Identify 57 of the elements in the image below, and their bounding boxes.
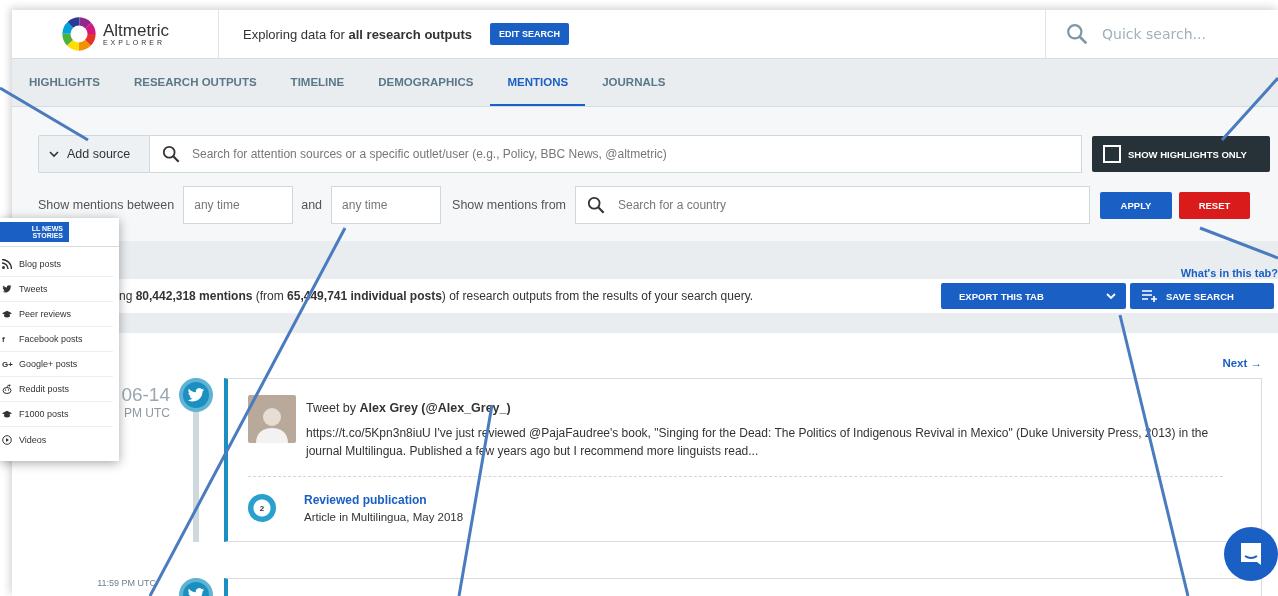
nav-tab[interactable]: JOURNALS <box>585 59 683 106</box>
rss-icon <box>2 259 12 269</box>
search-icon <box>1066 23 1088 45</box>
chevron-down-icon <box>49 150 59 158</box>
source-menu-item[interactable]: Reddit posts <box>0 377 113 402</box>
source-menu-item[interactable]: Tweets <box>0 277 113 302</box>
to-date-field[interactable]: any time <box>331 186 442 224</box>
bird-icon <box>179 378 213 412</box>
export-tab-button[interactable]: EXPORT THIS TAB <box>941 283 1126 309</box>
between-label: Show mentions between <box>38 198 175 212</box>
from-label: Show mentions from <box>452 198 566 212</box>
edit-search-button[interactable]: EDIT SEARCH <box>490 23 570 45</box>
chevron-down-icon <box>1106 292 1116 300</box>
nav-tab[interactable]: TIMELINE <box>273 59 362 106</box>
source-menu-item[interactable]: Videos <box>0 427 113 452</box>
checkbox[interactable] <box>1103 145 1121 163</box>
avatar-placeholder <box>248 395 296 443</box>
source-glyph: f <box>2 334 6 344</box>
nav-tab[interactable]: DEMOGRAPHICS <box>361 59 491 106</box>
nav-tab[interactable]: RESEARCH OUTPUTS <box>116 59 274 106</box>
save-search-button[interactable]: SAVE SEARCH <box>1130 283 1274 309</box>
mention-time: PM UTC <box>124 406 170 420</box>
publication-details: Article in Multilingua, May 2018 <box>304 511 464 523</box>
mortarboard-icon <box>2 309 12 319</box>
alien-face-icon <box>2 384 12 394</box>
apply-button[interactable]: APPLY <box>1100 191 1172 219</box>
source-menu-item[interactable]: Peer reviews <box>0 302 113 327</box>
nav-tab[interactable]: HIGHLIGHTS <box>12 59 117 106</box>
source-menu-item[interactable]: f Facebook posts <box>0 327 113 352</box>
publication-link[interactable]: Reviewed publication <box>304 493 464 507</box>
from-date-field[interactable]: any time <box>183 186 294 224</box>
scope-text: Exploring data for all research outputs <box>243 26 473 42</box>
search-icon <box>162 145 180 163</box>
mortarboard-icon <box>2 409 12 419</box>
mention-date: 06-14 <box>121 384 170 406</box>
logo-title: Altmetric <box>102 21 170 40</box>
source-menu-item[interactable]: F1000 posts <box>0 402 113 427</box>
add-source-dropdown[interactable]: Add source <box>38 135 150 173</box>
source-glyph: G+ <box>2 359 12 369</box>
attention-score-badge: 2 <box>248 494 276 522</box>
and-label: and <box>301 198 323 212</box>
mention-time: 11:59 PM UTC <box>97 578 156 588</box>
chat-bubble-icon <box>1238 541 1264 567</box>
logo-icon <box>60 16 97 52</box>
next-page-link[interactable]: Next → <box>1222 357 1262 369</box>
add-list-icon <box>1142 290 1158 302</box>
leader-line <box>1220 77 1278 141</box>
reset-button[interactable]: RESET <box>1179 191 1250 219</box>
play-icon <box>2 434 12 445</box>
help-link[interactable]: What's in this tab? <box>1180 267 1278 279</box>
show-highlights-toggle[interactable]: SHOW HIGHLIGHTS ONLY <box>1092 136 1270 172</box>
source-search-field[interactable]: Search for attention sources or a specific outlet/user (e.g., Policy, BBC News, @altmetric) <box>150 135 1082 173</box>
source-menu-item[interactable]: G+ Google+ posts <box>0 352 113 377</box>
search-icon <box>587 196 605 214</box>
country-search-field[interactable]: Search for a country <box>575 186 1090 224</box>
bird-icon <box>2 284 12 294</box>
source-menu-item[interactable]: Blog posts <box>0 252 113 277</box>
